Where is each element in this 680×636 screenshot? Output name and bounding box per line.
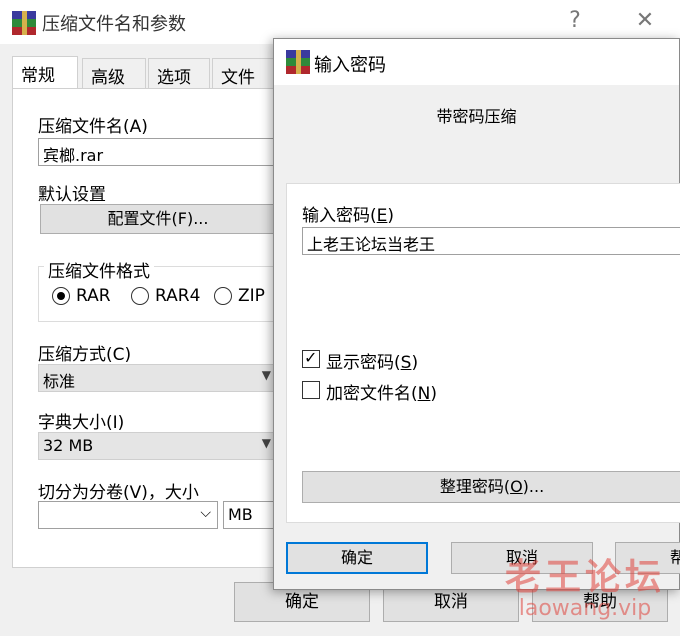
split-size-select[interactable]: ⌵ [38,501,218,529]
chevron-down-icon: ⌵ [200,505,211,521]
archive-name-label: 压缩文件名(A) [38,117,148,137]
dictionary-size-value: 32 MB [43,436,94,455]
watermark: 老王论坛 laowang.vip [490,548,680,621]
archive-format-label: 压缩文件格式 [44,257,154,282]
close-icon[interactable]: ✕ [630,8,660,33]
show-password-label: 显示密码(S) [326,353,419,373]
rar-label: RAR [76,286,111,306]
help-caption-button[interactable]: ? [560,8,590,33]
tab-files[interactable]: 文件 [212,58,276,88]
enter-password-label: 输入密码(E) [302,206,395,226]
split-unit-select[interactable]: MB [223,501,278,529]
organize-passwords-button[interactable]: 整理密码(O)... [302,471,680,503]
front-titlebar: 输入密码 [274,39,679,85]
tab-general[interactable]: 常规 [12,56,78,89]
split-volumes-label: 切分为分卷(V)，大小 [38,483,199,503]
profiles-button[interactable]: 配置文件(F)... [40,204,276,234]
winrar-icon [12,11,36,35]
show-password-checkbox[interactable] [302,348,320,368]
dictionary-size-select[interactable]: 32 MB ▼ [38,432,278,460]
chevron-down-icon: ▼ [261,368,271,382]
compression-method-label: 压缩方式(C) [38,345,132,365]
archive-name-field[interactable]: 宾榔.rar [38,138,278,166]
default-settings-label: 默认设置 [38,185,106,205]
rar4-radio[interactable] [131,287,149,305]
tab-options[interactable]: 选项 [148,58,210,88]
enter-password-dialog: 输入密码 带密码压缩 输入密码(E) 上老王论坛当老王 显示密码(S) 加密文件… [273,38,680,590]
tab-advanced[interactable]: 高级 [82,58,146,88]
zip-label: ZIP [238,286,265,306]
compression-method-value: 标准 [43,372,76,391]
dictionary-size-label: 字典大小(I) [38,413,125,433]
front-ok-button[interactable]: 确定 [286,542,428,574]
front-subtitle: 带密码压缩 [436,107,517,126]
watermark-title: 老王论坛 [504,557,665,598]
split-unit-value: MB [228,505,253,524]
chevron-down-icon: ▼ [261,436,271,450]
rar-radio[interactable] [52,287,70,305]
zip-radio[interactable] [214,287,232,305]
compression-method-select[interactable]: 标准 ▼ [38,364,278,392]
encrypt-filenames-checkbox[interactable] [302,381,320,399]
winrar-icon [286,50,310,74]
back-dialog-title: 压缩文件名和参数 [42,14,186,35]
rar4-label: RAR4 [155,286,201,306]
front-dialog-title: 输入密码 [314,55,386,76]
password-input[interactable]: 上老王论坛当老王 [302,227,680,255]
encrypt-filenames-label: 加密文件名(N) [326,384,437,404]
